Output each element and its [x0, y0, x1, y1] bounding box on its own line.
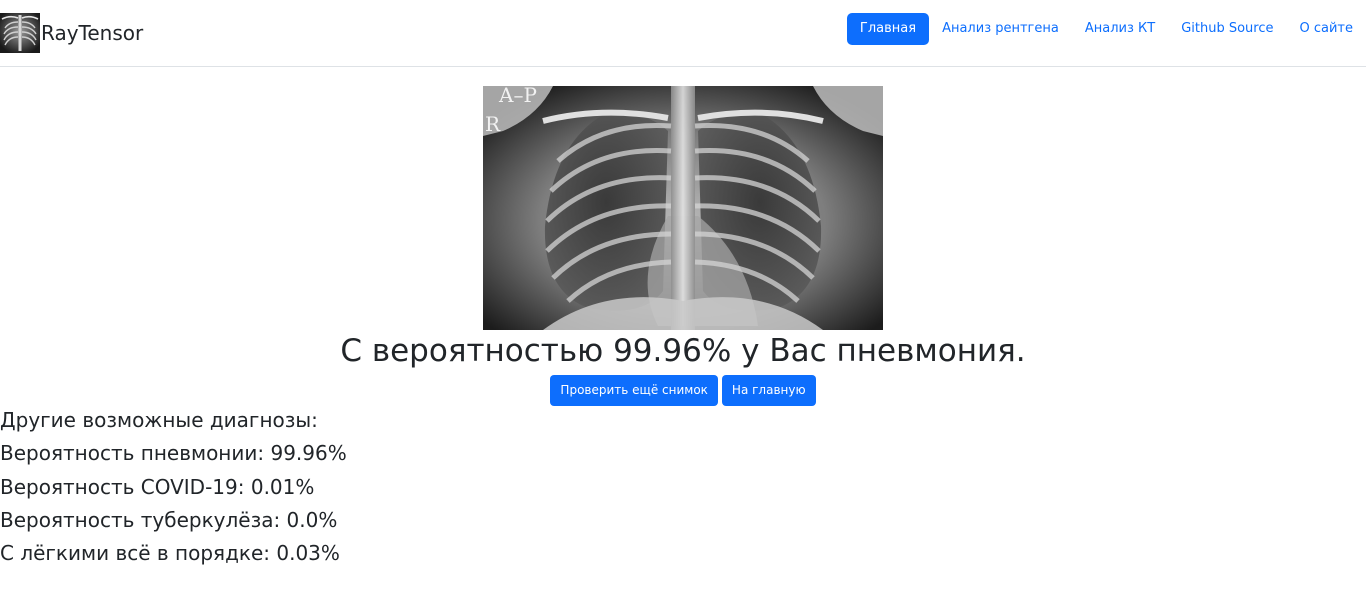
- brand-name: RayTensor: [41, 21, 144, 45]
- nav-link-about[interactable]: О сайте: [1287, 13, 1366, 45]
- diagnosis-healthy: С лёгкими всё в порядке: 0.03%: [0, 541, 340, 566]
- nav-link-github-source[interactable]: Github Source: [1168, 13, 1286, 45]
- xray-marker-r: R: [485, 112, 501, 136]
- diagnosis-tuberculosis: Вероятность туберкулёза: 0.0%: [0, 507, 338, 532]
- diagnosis-covid: Вероятность COVID-19: 0.01%: [0, 474, 315, 499]
- check-again-button[interactable]: Проверить ещё снимок: [550, 375, 718, 406]
- other-diagnoses: Другие возможные диагнозы: Вероятность п…: [0, 404, 347, 570]
- result-actions: Проверить ещё снимок На главную: [0, 375, 1366, 406]
- nav-links: Главная Анализ рентгена Анализ КТ Github…: [846, 13, 1366, 45]
- brand-link[interactable]: RayTensor: [0, 13, 143, 53]
- nav-link-xray-analysis[interactable]: Анализ рентгена: [929, 13, 1072, 45]
- chest-xray-logo-icon: [0, 13, 40, 53]
- home-button[interactable]: На главную: [721, 375, 816, 406]
- chest-xray-image: A–P R: [483, 86, 883, 330]
- xray-marker-ap: A–P: [498, 86, 537, 107]
- diagnosis-pneumonia: Вероятность пневмонии: 99.96%: [0, 441, 347, 466]
- result-title: С вероятностью 99.96% у Вас пневмония.: [340, 333, 1026, 369]
- navbar: RayTensor Главная Анализ рентгена Анализ…: [0, 0, 1366, 67]
- nav-link-home[interactable]: Главная: [846, 13, 930, 45]
- diagnoses-heading: Другие возможные диагнозы:: [0, 408, 318, 432]
- nav-link-ct-analysis[interactable]: Анализ КТ: [1072, 13, 1168, 45]
